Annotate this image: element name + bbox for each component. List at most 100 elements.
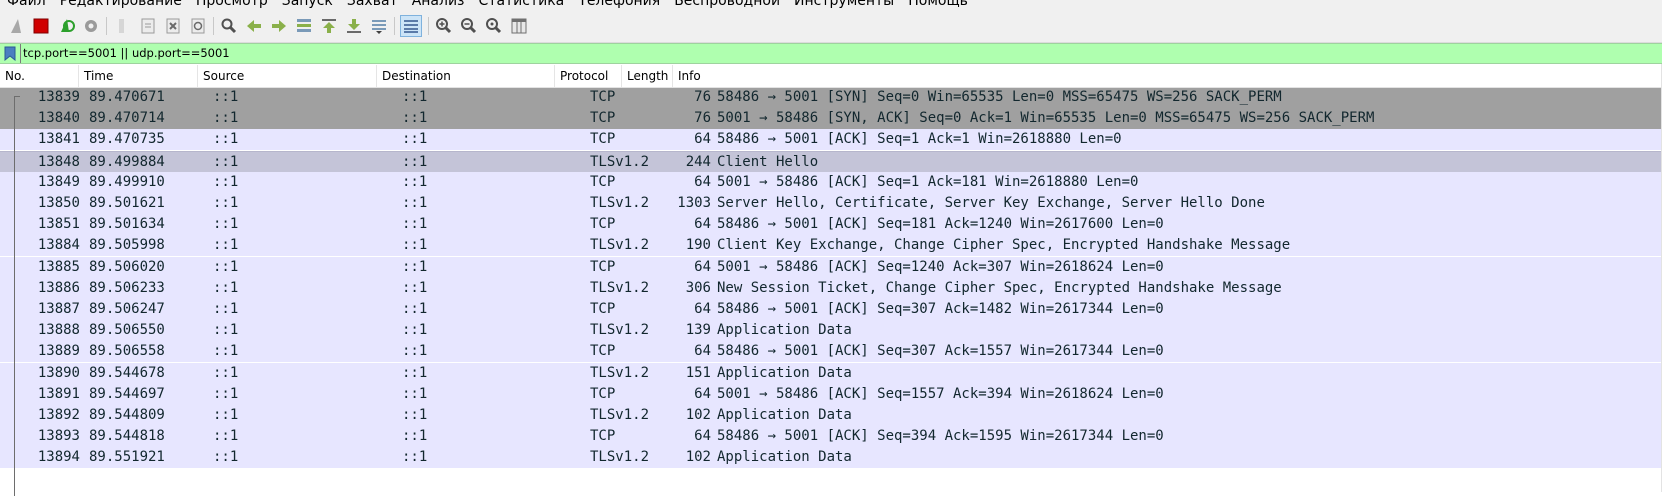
packet-no: 13885: [37, 258, 80, 275]
packet-no: 13851: [37, 216, 80, 233]
packet-length: 64: [694, 343, 711, 360]
packet-no: 13840: [37, 110, 80, 127]
packet-row[interactable]: 13841 89.470735::1::1 TCP 64 58486 → 5001 [A…: [0, 129, 1662, 151]
packet-protocol: TLSv1.2: [590, 364, 650, 381]
close-file-icon[interactable]: [163, 16, 183, 36]
menu-tools[interactable]: Инструменты: [787, 0, 901, 9]
menu-view[interactable]: Просмотр: [189, 0, 275, 9]
packet-row[interactable]: 13893 89.544818::1::1 TCP 64 58486 → 5001 [A…: [0, 426, 1662, 448]
menu-wireless[interactable]: Беспроводной: [667, 0, 787, 9]
stop-capture-icon[interactable]: [31, 16, 51, 36]
menu-telephony[interactable]: Телефония: [571, 0, 667, 9]
toolbar-separator: [428, 17, 429, 35]
colorize-icon[interactable]: [400, 15, 422, 37]
go-last-packet-icon[interactable]: [344, 16, 364, 36]
packet-length: 139: [685, 322, 711, 339]
go-forward-icon[interactable]: [269, 16, 289, 36]
column-header-no[interactable]: No.: [0, 65, 79, 87]
packet-row[interactable]: 13889 89.506558::1::1 TCP 64 58486 → 5001 [A…: [0, 341, 1662, 363]
column-header-protocol[interactable]: Protocol: [555, 65, 622, 87]
menu-statistics[interactable]: Статистика: [472, 0, 572, 9]
auto-scroll-icon[interactable]: [369, 16, 389, 36]
column-header-info[interactable]: Info: [673, 65, 1662, 87]
packet-info: 5001 → 58486 [ACK] Seq=1240 Ack=307 Win=…: [717, 258, 1164, 275]
packet-source: ::1: [213, 173, 239, 190]
packet-protocol: TCP: [590, 131, 616, 148]
reload-file-icon[interactable]: [188, 16, 208, 36]
column-header-destination[interactable]: Destination: [377, 65, 555, 87]
packet-destination: ::1: [402, 216, 428, 233]
go-first-packet-icon[interactable]: [319, 16, 339, 36]
packet-row[interactable]: 13885 89.506020::1::1 TCP 64 5001 → 58486 [A…: [0, 256, 1662, 278]
resize-columns-icon[interactable]: [509, 16, 529, 36]
packet-no: 13887: [37, 301, 80, 317]
packet-protocol: TCP: [590, 301, 616, 317]
packet-no: 13889: [37, 343, 80, 360]
packet-destination: ::1: [402, 110, 428, 127]
packet-row[interactable]: 13894 89.551921::1::1 TLSv1.2 102 Applicatio…: [0, 447, 1662, 469]
packet-row[interactable]: 13890 89.544678::1::1 TLSv1.2 151 Applicatio…: [0, 362, 1662, 384]
open-file-icon[interactable]: [113, 16, 133, 36]
packet-row[interactable]: 13848 89.499884::1::1 TLSv1.2 244 Client Hel…: [0, 150, 1662, 173]
packet-protocol: TLSv1.2: [590, 153, 650, 170]
column-header-source[interactable]: Source: [198, 65, 377, 87]
zoom-out-icon[interactable]: [459, 16, 479, 36]
display-filter-bar: tcp.port==5001 || udp.port==5001: [0, 43, 1662, 64]
packet-source: ::1: [213, 385, 239, 402]
packet-row[interactable]: 13892 89.544809::1::1 TLSv1.2 102 Applicatio…: [0, 405, 1662, 426]
packet-time: 89.506020: [89, 258, 165, 275]
restart-capture-icon[interactable]: [57, 16, 77, 36]
bookmark-icon[interactable]: [4, 46, 16, 61]
column-header-length[interactable]: Length: [622, 65, 673, 87]
packet-source: ::1: [213, 279, 239, 296]
packet-row[interactable]: 13839 89.470671::1::1 TCP 76 58486 → 5001 [S…: [0, 88, 1662, 108]
packet-destination: ::1: [402, 131, 428, 148]
packet-destination: ::1: [402, 237, 428, 254]
packet-protocol: TLSv1.2: [590, 195, 650, 211]
shark-fin-start-icon[interactable]: [8, 16, 28, 36]
packet-row[interactable]: 13851 89.501634::1::1 TCP 64 58486 → 5001 [A…: [0, 214, 1662, 236]
packet-length: 102: [685, 449, 711, 466]
packet-destination: ::1: [402, 449, 428, 466]
packet-length: 151: [685, 364, 711, 381]
packet-row[interactable]: 13888 89.506550::1::1 TLSv1.2 139 Applicatio…: [0, 320, 1662, 342]
packet-info: Application Data: [717, 407, 852, 423]
packet-row[interactable]: 13884 89.505998::1::1 TLSv1.2 190 Client Key…: [0, 235, 1662, 257]
toolbar-separator: [213, 17, 214, 35]
menu-capture[interactable]: Захват: [340, 0, 405, 9]
zoom-in-icon[interactable]: [434, 16, 454, 36]
go-back-icon[interactable]: [244, 16, 264, 36]
packet-source: ::1: [213, 153, 239, 170]
conversation-tree-line: [14, 96, 20, 496]
packet-row[interactable]: 13887 89.506247::1::1 TCP 64 58486 → 5001 [A…: [0, 299, 1662, 320]
packet-info: Client Key Exchange, Change Cipher Spec,…: [717, 237, 1291, 254]
menu-file[interactable]: Файл: [0, 0, 53, 9]
menu-help[interactable]: Помощь: [901, 0, 975, 9]
packet-time: 89.470671: [89, 89, 165, 105]
packet-source: ::1: [213, 195, 239, 211]
packet-protocol: TLSv1.2: [590, 322, 650, 339]
packet-row[interactable]: 13886 89.506233::1::1 TLSv1.2 306 New Sessio…: [0, 277, 1662, 299]
go-to-packet-icon[interactable]: [294, 16, 314, 36]
menu-go[interactable]: Запуск: [275, 0, 340, 9]
zoom-reset-icon[interactable]: [484, 16, 504, 36]
capture-options-icon[interactable]: [81, 16, 101, 36]
menu-analyze[interactable]: Анализ: [405, 0, 472, 9]
display-filter-input[interactable]: tcp.port==5001 || udp.port==5001: [20, 44, 230, 63]
find-packet-icon[interactable]: [219, 16, 239, 36]
packet-row[interactable]: 13850 89.501621::1::1 TLSv1.2 1303 Server He…: [0, 193, 1662, 214]
packet-destination: ::1: [402, 153, 428, 170]
save-file-icon[interactable]: [138, 16, 158, 36]
packet-length: 306: [685, 279, 711, 296]
packet-no: 13888: [37, 322, 80, 339]
menu-edit[interactable]: Редактирование: [53, 0, 189, 9]
packet-no: 13849: [37, 173, 80, 190]
column-header-time[interactable]: Time: [79, 65, 198, 87]
packet-destination: ::1: [402, 173, 428, 190]
packet-length: 76: [694, 89, 711, 105]
packet-row[interactable]: 13891 89.544697::1::1 TCP 64 5001 → 58486 [A…: [0, 383, 1662, 405]
packet-time: 89.506558: [89, 343, 165, 360]
packet-info: 58486 → 5001 [SYN] Seq=0 Win=65535 Len=0…: [717, 89, 1282, 105]
packet-row[interactable]: 13840 89.470714::1::1 TCP 76 5001 → 58486 [S…: [0, 108, 1662, 130]
packet-row[interactable]: 13849 89.499910::1::1 TCP 64 5001 → 58486 [A…: [0, 171, 1662, 193]
